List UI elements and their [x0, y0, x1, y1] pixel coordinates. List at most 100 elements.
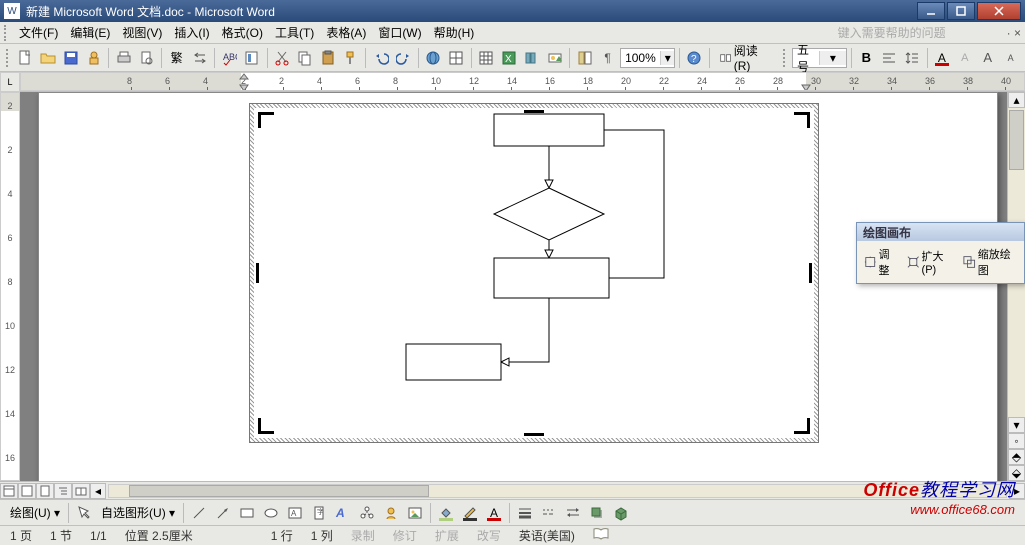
menu-edit[interactable]: 编辑(E) [64, 22, 116, 43]
dash-style-button[interactable] [538, 502, 560, 524]
font-color-button[interactable]: A [931, 47, 952, 69]
oval-tool[interactable] [260, 502, 282, 524]
rectangle-tool[interactable] [236, 502, 258, 524]
diagram-tool[interactable] [356, 502, 378, 524]
simplified-chinese-button[interactable]: 繁 [166, 47, 187, 69]
format-painter-button[interactable] [340, 47, 361, 69]
insert-picture-tool[interactable] [404, 502, 426, 524]
arrow-tool[interactable] [212, 502, 234, 524]
menu-table[interactable]: 表格(A) [320, 22, 372, 43]
prev-page-button[interactable]: ⬘ [1008, 449, 1025, 465]
autoshapes-menu[interactable]: 自选图形(U) ▾ [97, 504, 179, 521]
menu-overflow-icon[interactable]: · × [1007, 26, 1021, 40]
status-extend[interactable]: 扩展 [435, 527, 459, 544]
fill-color-button[interactable] [435, 502, 457, 524]
align-buttons[interactable] [879, 47, 900, 69]
menu-window[interactable]: 窗口(W) [372, 22, 427, 43]
wordart-tool[interactable]: A [332, 502, 354, 524]
save-button[interactable] [61, 47, 82, 69]
spellcheck-button[interactable]: ABC [219, 47, 240, 69]
help-search-input[interactable]: 键入需要帮助的问题 [833, 22, 1003, 43]
grow-font-button[interactable]: A [977, 47, 998, 69]
columns-button[interactable] [522, 47, 543, 69]
line-tool[interactable] [188, 502, 210, 524]
scroll-up-button[interactable]: ▴ [1008, 92, 1025, 108]
minimize-button[interactable] [917, 2, 945, 20]
vertical-scrollbar[interactable]: ▴ ▾ ◦ ⬘ ⬙ [1007, 92, 1025, 481]
reading-view-button[interactable] [72, 483, 90, 499]
vertical-ruler[interactable]: 2246810121416 [0, 92, 20, 481]
paste-button[interactable] [317, 47, 338, 69]
open-button[interactable] [38, 47, 59, 69]
status-record[interactable]: 录制 [351, 527, 375, 544]
excel-button[interactable]: X [499, 47, 520, 69]
menu-file[interactable]: 文件(F) [13, 22, 64, 43]
doc-map-button[interactable] [574, 47, 595, 69]
web-view-button[interactable] [18, 483, 36, 499]
toolbar-grip[interactable] [6, 49, 11, 67]
drawing-canvas-palette[interactable]: 绘图画布 调整 扩大(P) 缩放绘图 [856, 222, 1025, 284]
hscroll-right-button[interactable]: ▸ [1009, 483, 1025, 499]
hscroll-thumb[interactable] [129, 485, 429, 497]
redo-button[interactable] [393, 47, 414, 69]
hscroll-left-button[interactable]: ◂ [90, 483, 106, 499]
menu-format[interactable]: 格式(O) [216, 22, 269, 43]
next-page-button[interactable]: ⬙ [1008, 465, 1025, 481]
outline-view-button[interactable] [54, 483, 72, 499]
cut-button[interactable] [272, 47, 293, 69]
close-button[interactable] [977, 2, 1021, 20]
3d-button[interactable] [610, 502, 632, 524]
chinese-convert-button[interactable] [189, 47, 210, 69]
print-preview-button[interactable] [136, 47, 157, 69]
select-objects-button[interactable] [73, 502, 95, 524]
show-marks-button[interactable]: ¶ [597, 47, 618, 69]
menu-view[interactable]: 视图(V) [116, 22, 168, 43]
horizontal-ruler[interactable]: 8642246810121416182022242628303234363840… [20, 72, 1025, 91]
palette-adjust[interactable]: 调整 [860, 244, 902, 280]
status-revise[interactable]: 修订 [393, 527, 417, 544]
scroll-down-button[interactable]: ▾ [1008, 417, 1025, 433]
line-color-button[interactable] [459, 502, 481, 524]
hyperlink-button[interactable] [423, 47, 444, 69]
shadow-button[interactable] [586, 502, 608, 524]
palette-scale[interactable]: 缩放绘图 [959, 244, 1021, 280]
copy-button[interactable] [295, 47, 316, 69]
palette-expand[interactable]: 扩大(P) [903, 246, 958, 278]
status-book-icon[interactable] [593, 527, 609, 544]
drawing-toolbar-button[interactable] [544, 47, 565, 69]
vertical-textbox-tool[interactable]: 字 [308, 502, 330, 524]
status-language[interactable]: 英语(美国) [519, 527, 575, 544]
print-layout-view-button[interactable] [36, 483, 54, 499]
shrink-font-button[interactable]: A [1000, 47, 1021, 69]
menu-help[interactable]: 帮助(H) [428, 22, 481, 43]
document-area[interactable] [20, 92, 1007, 481]
flowchart-diagram[interactable] [254, 108, 814, 440]
clipart-tool[interactable] [380, 502, 402, 524]
browse-object-button[interactable]: ◦ [1008, 433, 1025, 449]
normal-view-button[interactable] [0, 483, 18, 499]
drawing-canvas[interactable] [249, 103, 819, 443]
font-color-draw-button[interactable]: A [483, 502, 505, 524]
menu-tools[interactable]: 工具(T) [269, 22, 320, 43]
maximize-button[interactable] [947, 2, 975, 20]
line-spacing-button[interactable] [902, 47, 923, 69]
research-button[interactable] [242, 47, 263, 69]
line-style-button[interactable] [514, 502, 536, 524]
status-overwrite[interactable]: 改写 [477, 527, 501, 544]
permissions-button[interactable] [84, 47, 105, 69]
tables-borders-button[interactable] [446, 47, 467, 69]
help-button[interactable]: ? [684, 47, 705, 69]
arrow-style-button[interactable] [562, 502, 584, 524]
hscroll-track[interactable] [108, 484, 1007, 498]
new-doc-button[interactable] [15, 47, 36, 69]
palette-title[interactable]: 绘图画布 [857, 223, 1024, 241]
bold-button[interactable]: B [856, 47, 877, 69]
ruler-corner[interactable]: L [0, 72, 20, 92]
undo-button[interactable] [370, 47, 391, 69]
font-size-combo[interactable]: 五号▾ [792, 48, 847, 68]
zoom-combo[interactable]: 100%▾ [620, 48, 675, 68]
textbox-tool[interactable]: A [284, 502, 306, 524]
insert-table-button[interactable] [476, 47, 497, 69]
print-button[interactable] [113, 47, 134, 69]
char-scaling-button[interactable]: A [954, 47, 975, 69]
